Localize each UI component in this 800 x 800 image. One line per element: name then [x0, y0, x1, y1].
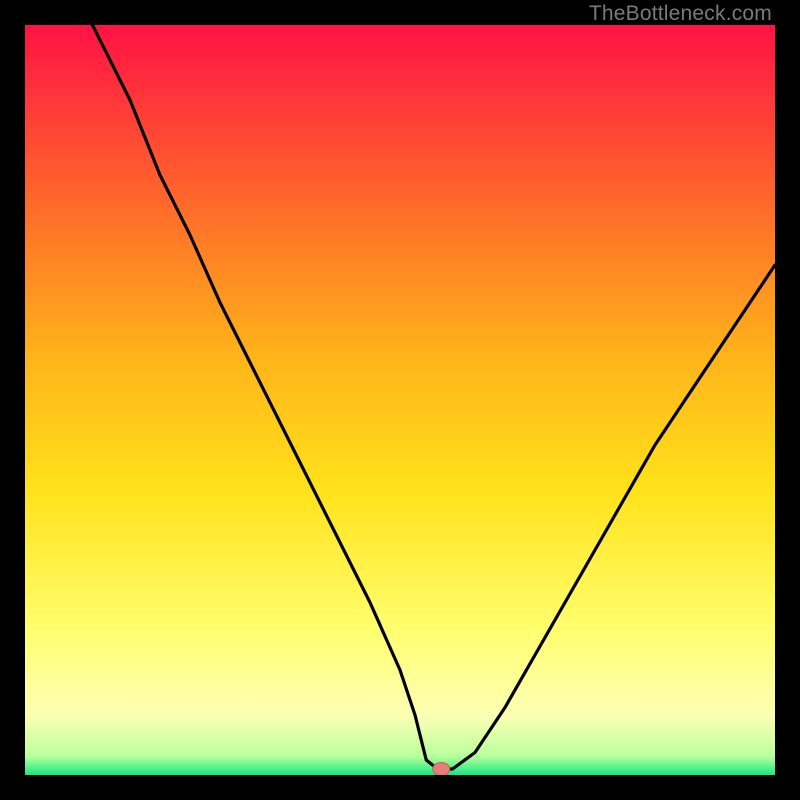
bottleneck-chart	[25, 25, 775, 775]
gradient-background	[25, 25, 775, 775]
watermark-text: TheBottleneck.com	[589, 2, 772, 26]
optimal-point-marker	[433, 763, 450, 776]
chart-frame	[25, 25, 775, 775]
